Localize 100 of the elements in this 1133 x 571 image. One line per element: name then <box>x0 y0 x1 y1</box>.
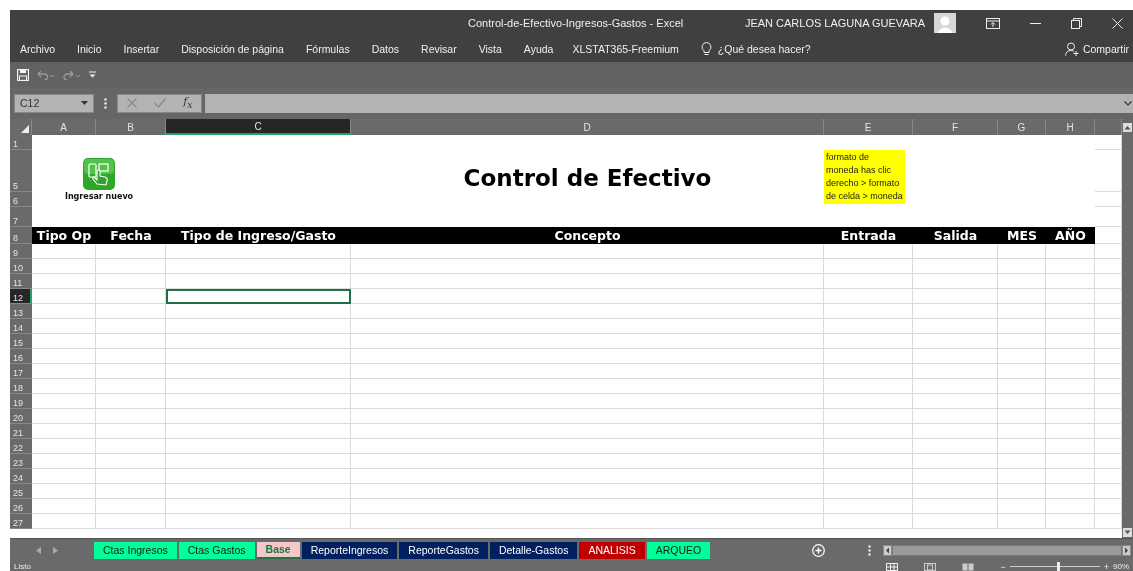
table-cell[interactable] <box>96 424 166 439</box>
table-cell[interactable] <box>32 379 96 394</box>
table-cell[interactable] <box>913 424 998 439</box>
table-cell[interactable] <box>998 364 1046 379</box>
row-header[interactable]: 19 <box>10 394 32 409</box>
table-cell[interactable] <box>998 424 1046 439</box>
row-header[interactable]: 14 <box>10 319 32 334</box>
sheet-tab[interactable]: ReporteGastos <box>399 541 488 559</box>
row-header[interactable]: 10 <box>10 259 32 274</box>
menu-item[interactable]: Revisar <box>421 43 457 55</box>
table-cell[interactable] <box>32 514 96 529</box>
page-break-icon[interactable] <box>962 562 975 571</box>
row-header[interactable]: 16 <box>10 349 32 364</box>
table-cell[interactable] <box>351 304 824 319</box>
table-cell[interactable] <box>824 304 913 319</box>
table-cell[interactable] <box>1046 409 1095 424</box>
table-cell[interactable] <box>96 394 166 409</box>
table-cell[interactable] <box>166 439 351 454</box>
table-cell[interactable] <box>351 379 824 394</box>
table-cell[interactable] <box>998 394 1046 409</box>
row-header[interactable]: 23 <box>10 454 32 469</box>
row-header[interactable]: 5 <box>10 150 32 192</box>
table-cell[interactable] <box>96 499 166 514</box>
table-cell[interactable] <box>913 454 998 469</box>
sheet-tab[interactable]: ANALISIS <box>579 541 645 559</box>
table-cell[interactable] <box>1046 454 1095 469</box>
table-cell[interactable] <box>166 259 351 274</box>
table-cell[interactable] <box>351 244 824 259</box>
table-cell[interactable] <box>32 454 96 469</box>
table-cell[interactable] <box>351 289 824 304</box>
table-cell[interactable] <box>166 379 351 394</box>
table-cell[interactable] <box>96 514 166 529</box>
table-cell[interactable] <box>351 349 824 364</box>
check-icon[interactable] <box>153 98 166 108</box>
table-cell[interactable] <box>166 304 351 319</box>
table-cell[interactable] <box>96 364 166 379</box>
table-cell[interactable] <box>913 319 998 334</box>
table-cell[interactable] <box>998 439 1046 454</box>
restore-icon[interactable] <box>1071 17 1082 29</box>
row-header[interactable]: 20 <box>10 409 32 424</box>
table-cell[interactable] <box>32 334 96 349</box>
table-cell[interactable] <box>824 349 913 364</box>
table-cell[interactable] <box>351 439 824 454</box>
table-cell[interactable] <box>913 484 998 499</box>
row-header[interactable]: 26 <box>10 499 32 514</box>
table-cell[interactable] <box>998 244 1046 259</box>
normal-view-icon[interactable] <box>886 562 899 571</box>
table-cell[interactable] <box>96 289 166 304</box>
menu-item[interactable]: XLSTAT365-Freemium <box>572 43 679 55</box>
table-cell[interactable] <box>96 439 166 454</box>
row-header[interactable]: 27 <box>10 514 32 529</box>
table-cell[interactable] <box>998 379 1046 394</box>
table-cell[interactable] <box>96 379 166 394</box>
formula-input[interactable] <box>205 93 1133 113</box>
table-cell[interactable] <box>166 334 351 349</box>
table-cell[interactable] <box>998 499 1046 514</box>
column-header[interactable]: H <box>1046 119 1095 135</box>
menu-item[interactable]: Vista <box>478 43 502 55</box>
table-cell[interactable] <box>1046 424 1095 439</box>
table-cell[interactable] <box>166 319 351 334</box>
table-cell[interactable] <box>1046 394 1095 409</box>
table-cell[interactable] <box>824 454 913 469</box>
table-cell[interactable] <box>998 409 1046 424</box>
table-cell[interactable] <box>824 319 913 334</box>
table-cell[interactable] <box>166 364 351 379</box>
table-cell[interactable] <box>32 274 96 289</box>
table-cell[interactable] <box>351 469 824 484</box>
table-cell[interactable] <box>1046 514 1095 529</box>
table-cell[interactable] <box>32 259 96 274</box>
menu-item[interactable]: Disposición de página <box>181 43 284 55</box>
table-cell[interactable] <box>1046 499 1095 514</box>
column-header[interactable]: B <box>96 119 166 135</box>
selected-cell[interactable] <box>166 289 351 304</box>
sheet-tab[interactable]: ReporteIngresos <box>301 541 398 559</box>
table-cell[interactable] <box>96 454 166 469</box>
row-header[interactable]: 15 <box>10 334 32 349</box>
row-header[interactable]: 18 <box>10 379 32 394</box>
table-cell[interactable] <box>351 334 824 349</box>
insert-function-button[interactable]: f$_{x}$ <box>183 95 193 111</box>
table-cell[interactable] <box>998 274 1046 289</box>
table-cell[interactable] <box>998 484 1046 499</box>
name-box[interactable]: C12 <box>14 93 94 113</box>
table-cell[interactable] <box>32 394 96 409</box>
cancel-icon[interactable] <box>126 98 137 108</box>
table-cell[interactable] <box>913 334 998 349</box>
table-cell[interactable] <box>998 319 1046 334</box>
table-cell[interactable] <box>824 439 913 454</box>
table-cell[interactable] <box>824 499 913 514</box>
table-cell[interactable] <box>824 484 913 499</box>
table-cell[interactable] <box>32 469 96 484</box>
table-cell[interactable] <box>32 304 96 319</box>
table-cell[interactable] <box>32 289 96 304</box>
table-cell[interactable] <box>1046 289 1095 304</box>
row-header[interactable]: 12 <box>10 289 32 304</box>
table-cell[interactable] <box>824 244 913 259</box>
table-cell[interactable] <box>998 304 1046 319</box>
table-cell[interactable] <box>998 469 1046 484</box>
table-cell[interactable] <box>1046 334 1095 349</box>
sheet-tab[interactable]: Base <box>256 541 300 559</box>
table-cell[interactable] <box>96 274 166 289</box>
